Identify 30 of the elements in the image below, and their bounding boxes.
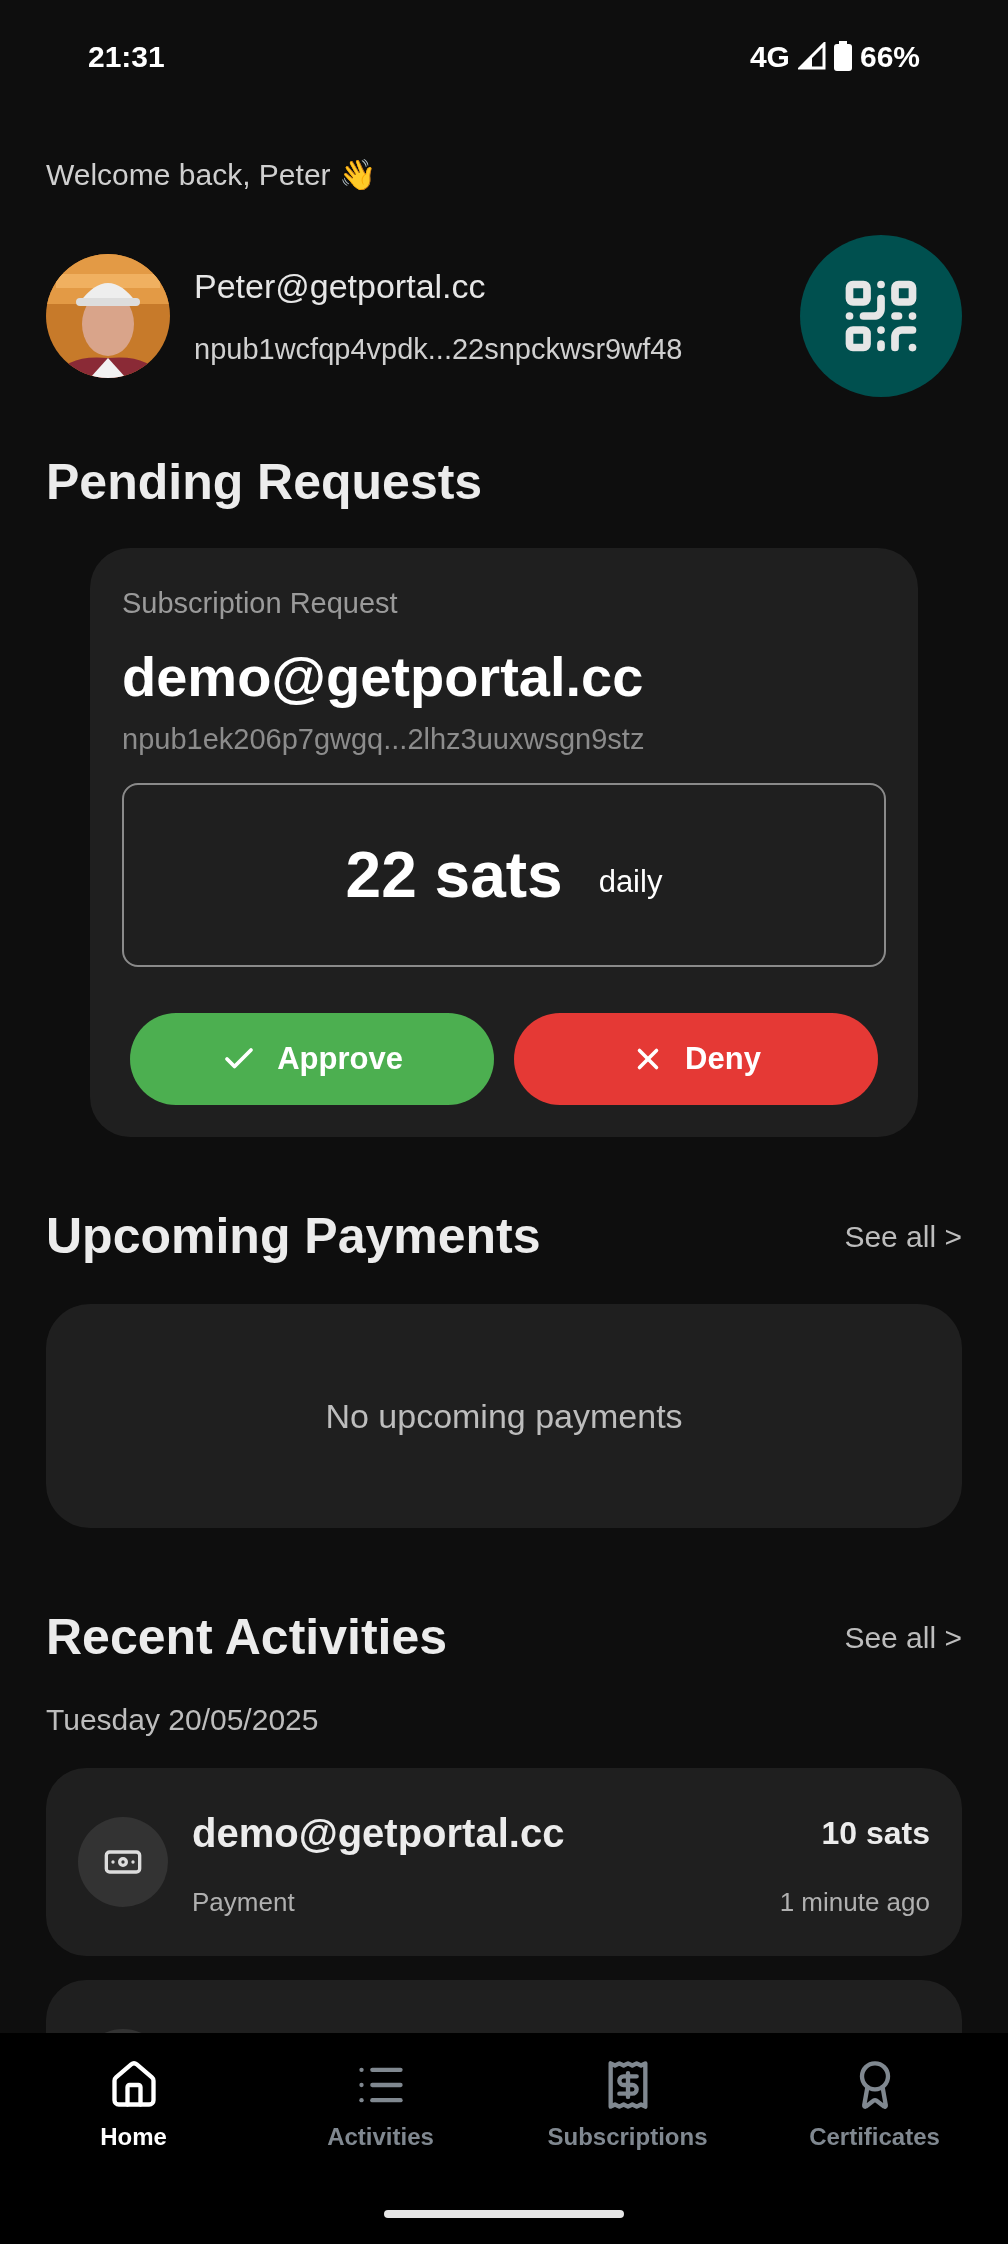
profile-name: Peter@getportal.cc — [194, 265, 487, 307]
status-time: 21:31 — [88, 38, 165, 75]
period-text: daily — [598, 862, 663, 901]
welcome-text: Welcome back, Peter 👋 — [46, 158, 376, 191]
profile-npub: npub1wcfqp4vpdk...22snpckwsr9wf48 — [194, 331, 683, 367]
deny-button[interactable]: Deny — [514, 1013, 878, 1105]
nav-tab[interactable]: Home — [18, 2059, 249, 2155]
battery-level: 66% — [859, 38, 920, 75]
nav-tab[interactable]: Activities — [265, 2059, 496, 2155]
activity-name: demo@getportal.cc — [192, 1809, 565, 1857]
see-all-link[interactable]: See all > — [844, 1214, 962, 1259]
see-all-link[interactable]: See all > — [844, 1615, 962, 1660]
request-name: demo@getportal.cc — [122, 643, 645, 710]
battery-icon — [833, 41, 852, 71]
activity-card[interactable]: demo@getportal.cc 10 sats Payment 1 minute ago — [46, 1768, 962, 1956]
empty-state-text: No upcoming payments — [325, 1395, 683, 1437]
network-type: 4G — [749, 38, 790, 75]
section-title: Pending Requests — [46, 453, 484, 512]
request-type: Subscription Request — [122, 586, 399, 621]
nav-tab[interactable]: Certificates — [759, 2059, 990, 2155]
activity-time: 1 minute ago — [779, 1885, 930, 1919]
activity-date: Tuesday 20/05/2025 — [46, 1702, 320, 1738]
nav-tab[interactable]: Subscriptions — [512, 2059, 743, 2155]
signal-icon — [797, 42, 826, 70]
activity-type: Payment — [192, 1885, 295, 1919]
section-title: Upcoming Payments — [46, 1207, 541, 1266]
request-npub: npub1ek206p7gwgq...2lhz3uuxwsgn9stz — [122, 721, 646, 757]
section-title: Recent Activities — [46, 1608, 448, 1667]
amount-text: 22 sats — [345, 838, 563, 913]
activity-amount: 10 sats — [821, 1813, 930, 1853]
